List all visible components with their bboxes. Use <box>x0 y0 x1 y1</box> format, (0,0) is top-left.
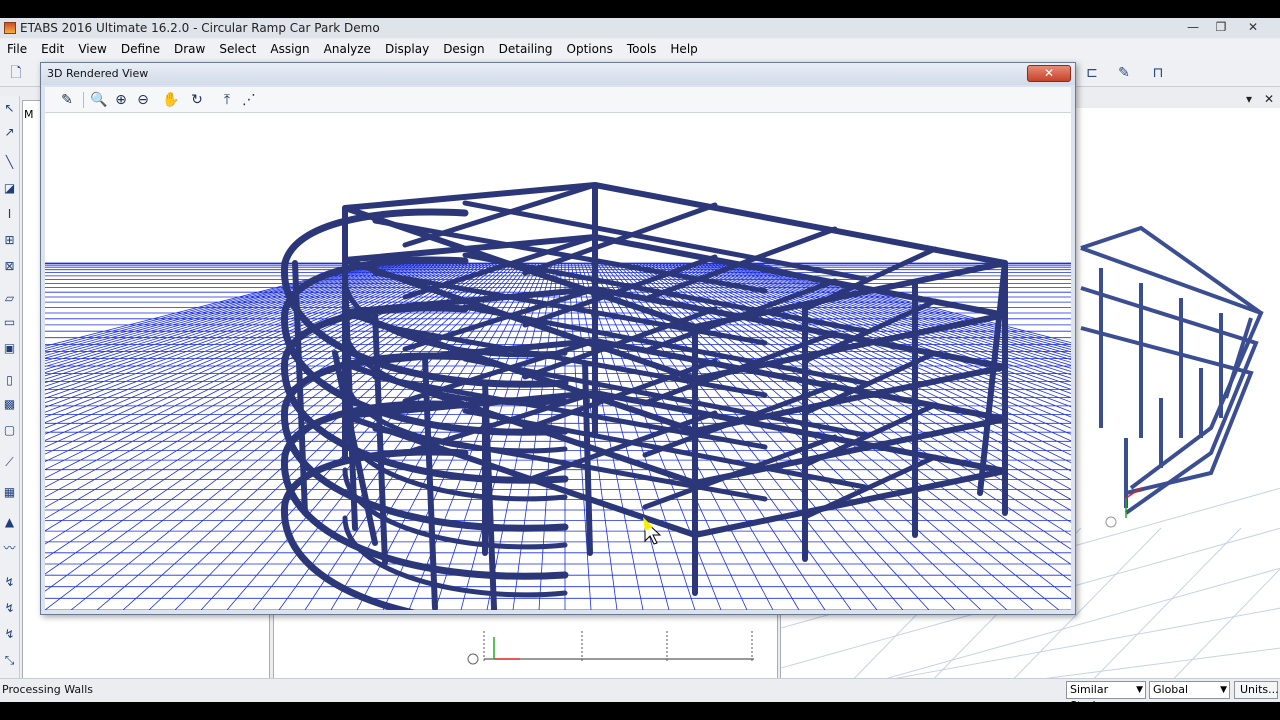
coordinate-system-value: Global <box>1153 683 1189 696</box>
menu-file[interactable]: File <box>0 42 34 56</box>
clear-selection-icon[interactable]: ↯ <box>1 626 18 643</box>
menu-define[interactable]: Define <box>114 42 167 56</box>
draw-brace-icon[interactable]: ⊠ <box>1 258 18 275</box>
menu-design[interactable]: Design <box>436 42 491 56</box>
draw-grid-icon[interactable]: ▦ <box>1 484 18 501</box>
align-icon[interactable]: ⊓ <box>1148 63 1168 83</box>
new-model-icon[interactable]: 🗋 <box>6 63 26 83</box>
draw-link-icon[interactable]: ⟋ <box>1 454 18 471</box>
dialog-title: 3D Rendered View <box>47 67 149 80</box>
3d-viewport[interactable] <box>45 113 1071 610</box>
zoom-in-icon[interactable]: ⊕ <box>111 90 131 110</box>
draw-area-icon[interactable]: ▱ <box>1 290 18 307</box>
3d-rendered-view-dialog: 3D Rendered View ✕ ✎ 🔍 ⊕ ⊖ ✋ ↻ ⤒ ⋰ <box>40 62 1076 615</box>
quick-draw-wall-icon[interactable]: ▩ <box>1 396 18 413</box>
similar-stories-select[interactable]: Similar Stories ▼ <box>1066 681 1146 712</box>
dialog-close-button[interactable]: ✕ <box>1027 65 1071 82</box>
close-button[interactable]: ✕ <box>1240 18 1266 36</box>
menu-view[interactable]: View <box>71 42 113 56</box>
draw-rectangle-icon[interactable]: ▭ <box>1 314 18 331</box>
ramp-column <box>372 310 388 566</box>
menu-edit[interactable]: Edit <box>34 42 71 56</box>
menu-help[interactable]: Help <box>663 42 704 56</box>
draw-column-icon[interactable]: I <box>1 206 18 223</box>
view-options-icon[interactable]: ⋰ <box>239 90 259 110</box>
zoom-window-icon[interactable]: 🔍 <box>89 90 109 110</box>
dialog-title-bar[interactable]: 3D Rendered View ✕ <box>41 63 1075 85</box>
menu-options[interactable]: Options <box>560 42 620 56</box>
move-vertical-icon[interactable]: ⤒ <box>217 90 237 110</box>
draw-opening-icon[interactable]: ▢ <box>1 422 18 439</box>
menu-select[interactable]: Select <box>212 42 263 56</box>
menu-draw[interactable]: Draw <box>167 42 212 56</box>
draw-beam-icon[interactable]: ⊞ <box>1 232 18 249</box>
units-button[interactable]: Units... <box>1234 681 1279 699</box>
pointer-icon[interactable]: ↖ <box>1 100 18 117</box>
menu-bar: File Edit View Define Draw Select Assign… <box>0 39 1280 59</box>
draw-wall-icon[interactable]: ▯ <box>1 372 18 389</box>
letterbox-top <box>0 0 1280 18</box>
draw-tendon-icon[interactable]: ▲ <box>1 514 18 531</box>
menu-assign[interactable]: Assign <box>263 42 316 56</box>
chevron-down-icon: ▼ <box>1220 685 1227 695</box>
letterbox-bottom <box>0 702 1280 720</box>
pencil-icon[interactable]: ✎ <box>57 90 77 110</box>
window-title: ETABS 2016 Ultimate 16.2.0 - Circular Ra… <box>20 21 380 35</box>
zoom-out-icon[interactable]: ⊖ <box>133 90 153 110</box>
dialog-toolbar: ✎ 🔍 ⊕ ⊖ ✋ ↻ ⤒ ⋰ <box>45 87 1071 113</box>
etabs-window: ETABS 2016 Ultimate 16.2.0 - Circular Ra… <box>0 18 1280 712</box>
menu-display[interactable]: Display <box>378 42 436 56</box>
status-text: Processing Walls <box>2 683 93 696</box>
restore-button[interactable]: ❐ <box>1208 18 1234 36</box>
rendered-model <box>45 182 1071 610</box>
pane-dropdown-icon[interactable]: ▾ <box>1246 92 1252 106</box>
frame-section-icon[interactable]: ⊏ <box>1082 63 1102 83</box>
left-toolbar: ↖ ↗ ╲ ◪ I ⊞ ⊠ ▱ ▭ ▣ ▯ ▩ ▢ ⟋ ▦ ▲ 〰 ↯ ↯ ↯ … <box>0 96 20 696</box>
menu-analyze[interactable]: Analyze <box>317 42 378 56</box>
draw-joint-icon[interactable]: ╲ <box>1 154 18 171</box>
etabs-app-icon <box>4 22 16 34</box>
draw-spring-icon[interactable]: 〰 <box>1 540 18 557</box>
select-previous-icon[interactable]: ↯ <box>1 600 18 617</box>
pan-icon[interactable]: ✋ <box>161 90 181 110</box>
status-bar: Processing Walls Similar Stories ▼ Globa… <box>0 678 1280 712</box>
draw-line-icon[interactable]: ✎ <box>1114 63 1134 83</box>
menu-detailing[interactable]: Detailing <box>492 42 560 56</box>
get-previous-icon[interactable]: ⤡ <box>1 652 18 669</box>
select-all-icon[interactable]: ↯ <box>1 574 18 591</box>
minimize-button[interactable]: — <box>1180 18 1206 36</box>
menu-tools[interactable]: Tools <box>620 42 664 56</box>
chevron-down-icon: ▼ <box>1136 685 1143 695</box>
pane-close-icon[interactable]: ✕ <box>1264 92 1274 106</box>
draw-frame-icon[interactable]: ◪ <box>1 180 18 197</box>
title-bar: ETABS 2016 Ultimate 16.2.0 - Circular Ra… <box>0 18 1280 38</box>
toolbar-separator <box>83 92 84 108</box>
coordinate-system-select[interactable]: Global ▼ <box>1149 681 1230 699</box>
rotate-icon[interactable]: ↻ <box>187 90 207 110</box>
reshape-icon[interactable]: ↗ <box>1 124 18 141</box>
quick-draw-area-icon[interactable]: ▣ <box>1 340 18 357</box>
